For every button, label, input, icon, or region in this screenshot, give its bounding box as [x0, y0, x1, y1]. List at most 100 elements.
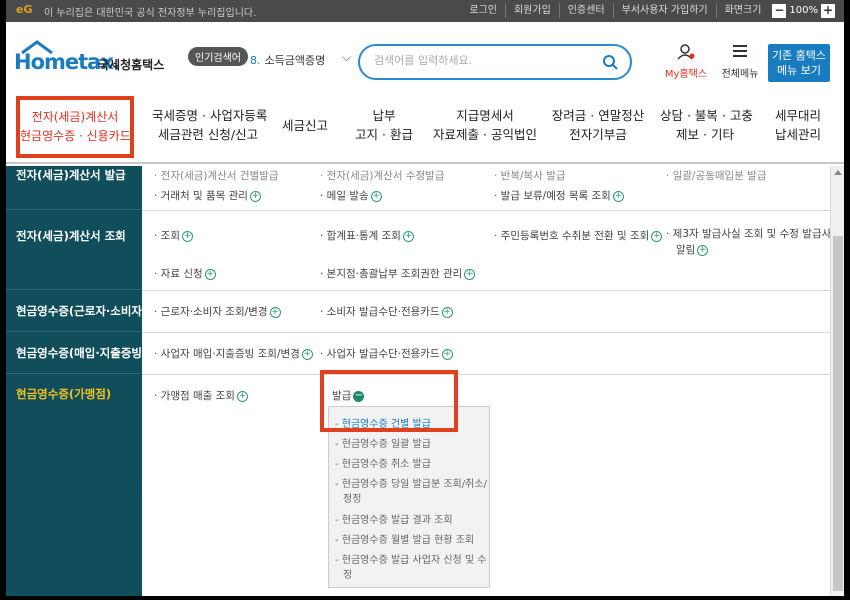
nav-tab-line2: 납세관리 — [774, 127, 821, 142]
plus-icon[interactable]: + — [612, 190, 624, 202]
plus-icon[interactable]: + — [651, 230, 663, 242]
menu-link-lookup[interactable]: · 조회 + — [154, 228, 193, 243]
nav-tab-line2: 제보 · 기타 — [676, 127, 734, 142]
menu-link-text: · 가맹점 매출 조회 — [154, 390, 235, 402]
scroll-up-icon[interactable] — [834, 170, 842, 175]
sidebar-item-receipt-merchant[interactable]: 현금영수증(가맹점) — [6, 374, 142, 414]
hamburger-icon — [733, 45, 747, 57]
sidebar-item-receipt-business[interactable]: 현금영수증(매입·지출증빙) — [6, 332, 147, 374]
login-link[interactable]: 로그인 — [461, 3, 505, 18]
menu-link[interactable]: · 전자(세금)계산서 건별발급 — [154, 168, 278, 183]
plus-icon[interactable]: + — [441, 348, 453, 360]
gov-notice: 이 누리집은 대한민국 공식 전자정부 누리집입니다. — [44, 8, 257, 19]
popular-search-term[interactable]: 8. 소득금액증명 — [250, 52, 325, 68]
menu-link-rrn[interactable]: · 주민등록번호 수취분 전환 및 조회 + — [494, 228, 663, 243]
search-input[interactable] — [374, 54, 594, 67]
menu-link-text: · 근로자·소비자 조회/변경 — [154, 306, 268, 318]
menu-link-text: · 메일 발송 — [320, 190, 369, 202]
zoom-out-button[interactable]: − — [772, 3, 787, 18]
all-menu-button[interactable]: 전체메뉴 — [716, 44, 764, 80]
old-menu-button[interactable]: 기존 홈택스 메뉴 보기 — [768, 44, 830, 82]
nav-tab-consultation[interactable]: 상담 · 불복 · 고충 제보 · 기타 — [660, 106, 753, 144]
menu-link-text: · 사업자 발급수단·전용카드 — [320, 348, 440, 360]
plus-icon[interactable]: + — [249, 190, 261, 202]
plus-icon[interactable]: + — [441, 306, 453, 318]
menu-link-mail[interactable]: · 메일 발송 + — [320, 188, 382, 203]
plus-icon[interactable]: + — [269, 306, 281, 318]
submenu-item-merchant-apply-cont[interactable]: 정 — [343, 566, 352, 581]
menu-link-branch[interactable]: · 본지점·총괄납부 조회권한 관리 + — [320, 266, 476, 281]
nav-tab-line1: 세금신고 — [281, 118, 328, 133]
submenu-item-monthly[interactable]: - 현금영수증 월별 발급 현황 조회 — [335, 531, 474, 546]
scroll-thumb[interactable] — [833, 236, 843, 591]
nav-tab-certificates[interactable]: 국세증명 · 사업자등록 세금관련 신청/신고 — [152, 106, 267, 144]
menu-link-consumer-lookup[interactable]: · 근로자·소비자 조회/변경 + — [154, 304, 281, 319]
nav-tab-payment-statement[interactable]: 지급명세서 자료제출 · 공익법인 — [432, 106, 538, 144]
nav-tab-tax-agent[interactable]: 세무대리 납세관리 — [766, 106, 830, 144]
sidebar-item-receipt-consumer[interactable]: 현금영수증(근로자·소비자) — [6, 290, 147, 332]
menu-link[interactable]: · 전자(세금)계산서 수정발급 — [320, 168, 444, 183]
highlight-box — [320, 370, 458, 432]
plus-icon[interactable]: + — [464, 268, 476, 280]
sidebar-item-invoice-lookup[interactable]: 전자(세금)계산서 조회 — [6, 210, 142, 290]
nav-tab-line2: 현금영수증 · 신용카드 — [20, 129, 131, 143]
menu-link-summary[interactable]: · 합계표·통계 조회 + — [320, 228, 414, 243]
menu-link[interactable]: · 일괄/공동매입분 발급 — [666, 168, 767, 183]
menu-link-consumer-card[interactable]: · 소비자 발급수단·전용카드 + — [320, 304, 453, 319]
menu-link-text: · 조회 — [154, 230, 180, 242]
signup-link[interactable]: 회원가입 — [504, 3, 559, 18]
plus-icon[interactable]: + — [301, 348, 313, 360]
plus-icon[interactable]: + — [697, 244, 709, 256]
my-hometax-button[interactable]: My홈택스 — [662, 44, 710, 80]
scrollbar[interactable] — [830, 166, 844, 596]
plus-icon[interactable]: + — [402, 230, 414, 242]
main-nav: 전자(세금)계산서 현금영수증 · 신용카드 국세증명 · 사업자등록 세금관련… — [6, 88, 844, 164]
popular-term-text: 소득금액증명 — [264, 54, 326, 67]
row-divider — [142, 210, 830, 211]
cert-center-link[interactable]: 인증센터 — [558, 3, 613, 18]
search-icon[interactable] — [602, 54, 618, 70]
submenu-item-same-day-cont[interactable]: 정정 — [343, 490, 361, 505]
submenu-item-merchant-apply[interactable]: - 현금영수증 발급 사업자 신청 및 수 — [335, 551, 486, 566]
nav-tab-line1: 납부 — [372, 108, 396, 123]
nav-tab-payment[interactable]: 납부 고지 · 환급 — [344, 106, 424, 144]
header: Hometax. 국세청홈택스 인기검색어 8.소득금액증명 ⌵ My홈택스 — [6, 22, 844, 88]
issue-submenu: - 현금영수증 건별 발급 - 현금영수증 일괄 발급 - 현금영수증 취소 발… — [328, 406, 490, 588]
nav-tab-e-invoice[interactable]: 전자(세금)계산서 현금영수증 · 신용카드 — [16, 96, 134, 158]
menu-link-business-lookup[interactable]: · 사업자 매입·지출증빙 조회/변경 + — [154, 346, 313, 361]
submenu-item-bulk-issue[interactable]: - 현금영수증 일괄 발급 — [335, 435, 431, 450]
menu-link-merchant-sales[interactable]: · 가맹점 매출 조회 + — [154, 388, 248, 403]
menu-link-business-card[interactable]: · 사업자 발급수단·전용카드 + — [320, 346, 453, 361]
zoom-in-button[interactable]: + — [821, 3, 835, 18]
menu-link-third-party-cont[interactable]: 알림 + — [676, 242, 709, 257]
chevron-down-icon[interactable]: ⌵ — [342, 50, 351, 65]
nav-tab-line1: 세무대리 — [774, 108, 821, 123]
submenu-item-cancel-issue[interactable]: - 현금영수증 취소 발급 — [335, 455, 431, 470]
menu-link-text: · 주민등록번호 수취분 전환 및 조회 — [494, 230, 650, 242]
utility-bar: eG 이 누리집은 대한민국 공식 전자정부 누리집입니다. 로그인 회원가입 … — [6, 0, 844, 22]
nav-tab-line1: 상담 · 불복 · 고충 — [660, 108, 753, 123]
screen-size-label: 화면크기 — [715, 3, 770, 18]
submenu-item-same-day[interactable]: - 현금영수증 당일 발급분 조회/취소/ — [335, 475, 487, 490]
all-menu-label: 전체메뉴 — [721, 69, 759, 80]
menu-link-partner[interactable]: · 거래처 및 품목 관리 + — [154, 188, 261, 203]
menu-link-text: · 소비자 발급수단·전용카드 — [320, 306, 440, 318]
nav-tab-line1: 장려금 · 연말정산 — [551, 108, 645, 123]
menu-link-data-request[interactable]: · 자료 신청 + — [154, 266, 216, 281]
dept-user-signup-link[interactable]: 부서사용자 가입하기 — [612, 3, 716, 18]
nav-tab-incentives[interactable]: 장려금 · 연말정산 전자기부금 — [550, 106, 646, 144]
menu-link-text: · 발급 보류/예정 목록 조회 — [494, 190, 611, 202]
plus-icon[interactable]: + — [204, 268, 216, 280]
menu-link-hold[interactable]: · 발급 보류/예정 목록 조회 + — [494, 188, 624, 203]
plus-icon[interactable]: + — [182, 230, 193, 242]
plus-icon[interactable]: + — [236, 390, 248, 402]
nav-tab-tax-filing[interactable]: 세금신고 — [278, 116, 332, 135]
plus-icon[interactable]: + — [370, 190, 382, 202]
submenu-item-result[interactable]: - 현금영수증 발급 결과 조회 — [335, 511, 453, 526]
menu-link-text: · 합계표·통계 조회 — [320, 230, 401, 242]
sidebar-item-invoice-issue[interactable]: 전자(세금)계산서 발급 — [6, 166, 142, 210]
hometax-logo[interactable]: Hometax. 국세청홈택스 — [14, 40, 164, 76]
menu-link-text: · 자료 신청 — [154, 268, 203, 280]
menu-link[interactable]: · 반복/복사 발급 — [494, 168, 566, 183]
menu-link-third-party[interactable]: · 제3자 발급사실 조회 및 수정 발급사실 — [666, 226, 841, 241]
